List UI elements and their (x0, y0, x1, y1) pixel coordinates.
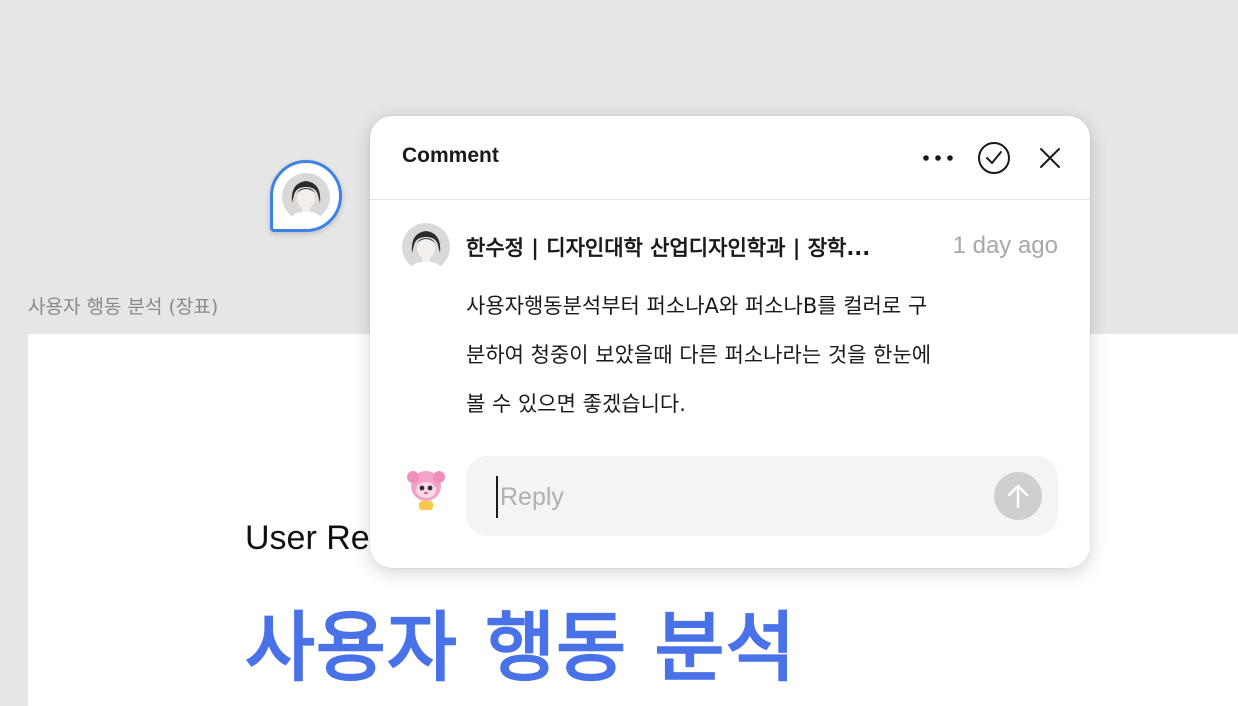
resolve-check-circle-icon[interactable] (976, 140, 1012, 176)
popup-header: Comment (370, 116, 1090, 200)
comment-timestamp: 1 day ago (952, 232, 1058, 259)
send-button[interactable] (994, 472, 1042, 520)
comment-popup: Comment 한수정 | 디자인대학 산업디자인학과 | 장학... 1 da… (370, 116, 1090, 568)
frame-title: 사용자 행동 분석 (245, 603, 797, 692)
pin-avatar (282, 173, 330, 221)
current-user-avatar (402, 464, 450, 512)
arrow-up-icon (1007, 484, 1029, 509)
more-options-icon[interactable] (920, 140, 956, 176)
close-icon[interactable] (1032, 140, 1068, 176)
author-avatar[interactable] (402, 223, 450, 271)
frame-label[interactable]: 사용자 행동 분석 (장표) (28, 292, 218, 319)
reply-input[interactable] (496, 476, 982, 518)
frame-subtitle: User Re (245, 519, 370, 557)
comment-line: 볼 수 있으면 좋겠습니다. (466, 392, 686, 416)
comment-pin[interactable] (270, 160, 342, 232)
comment-body: 사용자행동분석부터 퍼소나A와 퍼소나B를 컬러로 구 분하여 청중이 보았을때… (466, 282, 1026, 429)
comment-line: 사용자행동분석부터 퍼소나A와 퍼소나B를 컬러로 구 (466, 294, 928, 318)
popup-title: Comment (402, 144, 499, 167)
comment-author-name: 한수정 | 디자인대학 산업디자인학과 | 장학... (466, 236, 871, 260)
comment-line: 분하여 청중이 보았을때 다른 퍼소나라는 것을 한눈에 (466, 343, 932, 367)
reply-box (466, 456, 1058, 536)
